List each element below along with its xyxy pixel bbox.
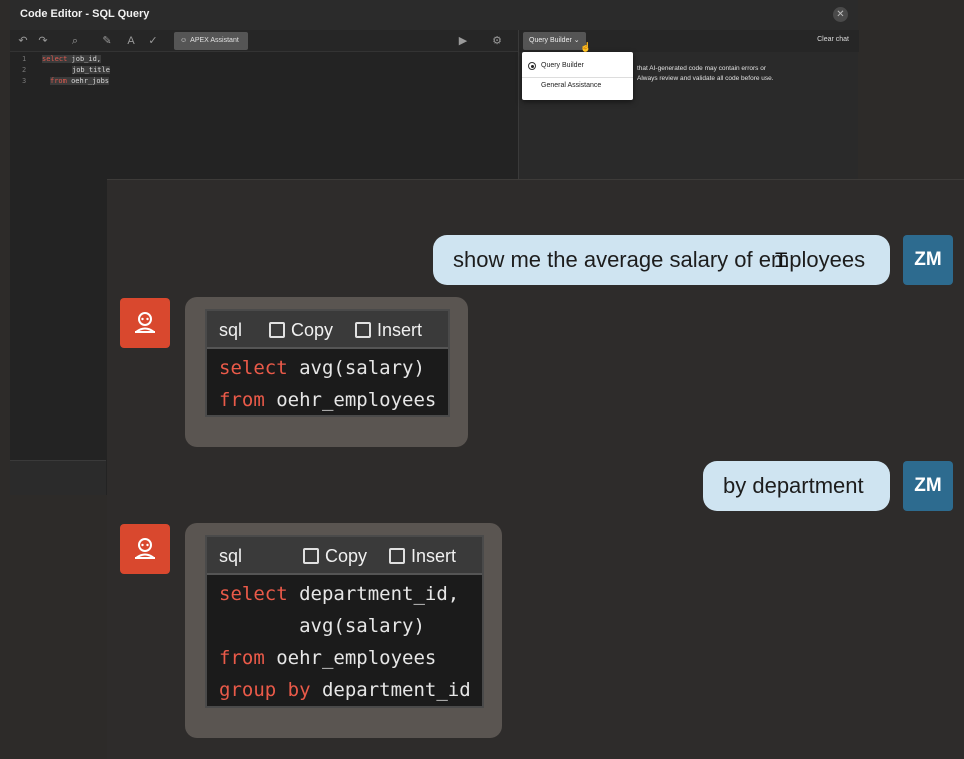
clipboard-icon [355,322,371,338]
disclaimer-line: that AI-generated code may contain error… [637,65,766,72]
code-language: sql [219,546,243,566]
copy-button[interactable]: Copy [303,546,367,567]
assistant-toolbar: Query Builder ⌄ Clear chat [519,30,859,52]
insert-label: Insert [411,546,457,566]
code-line: avg(salary) [219,610,471,642]
line-number: 2 [22,66,27,74]
copy-label: Copy [325,546,368,566]
code-line: from oehr_employees [219,642,471,674]
code-line: group by department_id [219,674,471,706]
disclaimer-line: Always review and validate all code befo… [637,75,774,82]
keyword: from [50,77,67,85]
line-number: 3 [22,77,27,85]
robot-icon [135,538,155,559]
code-language: sql [219,320,243,340]
search-icon[interactable]: ⌕ [68,34,82,48]
menu-item-general-assistance[interactable]: General Assistance [541,82,601,89]
identifier: department_id [310,679,471,701]
menu-item-query-builder[interactable]: Query Builder [541,62,584,69]
keyword: from [219,389,265,411]
undo-icon[interactable]: ↶ [16,34,30,48]
copy-icon [269,322,285,338]
menu-divider [522,77,633,78]
user-message: by department [703,461,890,511]
copy-label: Copy [291,320,334,340]
play-icon[interactable]: ▶ [456,34,470,48]
radio-selected-icon [528,62,536,70]
avatar: ZM [903,461,953,511]
insert-button[interactable]: Insert [355,320,422,341]
redo-icon[interactable]: ↷ [36,34,50,48]
code-line[interactable]: from oehr_jobs [50,77,110,85]
code-block: sql Copy Insert select avg(salary) from o… [205,309,450,417]
identifier: oehr_employees [264,647,437,669]
gear-icon[interactable]: ⚙ [490,34,504,48]
assistant-avatar [120,524,170,574]
code-response-card: sql Copy Insert select avg(salary) from o… [185,297,468,447]
insert-label: Insert [377,320,423,340]
disclaimer-text: that AI-generated code may contain error… [637,64,837,84]
dialog-footer [10,460,106,495]
avatar: ZM [903,235,953,285]
keyword: select [219,357,288,379]
assistant-avatar [120,298,170,348]
editor-toolbar: ↶ ↷ ⌕ ✎ A ✓ ☺ APEX Assistant ▶ ⚙ [10,30,518,52]
keyword: select [219,583,288,605]
keyword: group by [219,679,311,701]
wrench-icon[interactable]: ✎ [100,34,114,48]
code-line: from oehr_employees [219,384,436,416]
copy-icon [303,548,319,564]
robot-icon [135,312,155,333]
text-case-icon[interactable]: A [124,34,138,48]
mode-label: Query Builder [529,37,572,44]
apex-assistant-label: APEX Assistant [190,37,239,44]
code-block-header: sql Copy Insert [207,311,448,349]
code-line[interactable]: job_title [72,66,110,74]
copy-button[interactable]: Copy [269,320,333,341]
code-block: sql Copy Insert select department_id, av… [205,535,484,708]
identifier: oehr_jobs [66,77,110,85]
keyword: select [42,55,68,63]
code-line[interactable]: select job_id, [42,55,102,63]
clipboard-icon [389,548,405,564]
line-gutter: 1 2 3 [10,52,34,352]
dialog-header: Code Editor - SQL Query ✕ [10,0,858,30]
identifier: avg(salary) [219,615,425,637]
identifier: avg(salary) [287,357,425,379]
code-line: select avg(salary) [219,352,436,384]
identifier: department_id, [287,583,460,605]
line-number: 1 [22,55,27,63]
mouse-pointer-icon: ☝ [580,42,592,52]
keyword: from [219,647,265,669]
mode-dropdown-menu: Query Builder General Assistance [522,52,633,100]
code-content[interactable]: select avg(salary) from oehr_employees [219,352,436,416]
identifier: job_title [72,66,110,74]
assistant-icon: ☺ [180,37,188,44]
text-cursor-icon: Ꮖ [775,250,789,272]
identifier: oehr_employees [264,389,437,411]
clear-chat-button[interactable]: Clear chat [817,36,849,43]
mode-dropdown-button[interactable]: Query Builder ⌄ [523,32,586,50]
zoomed-chat-view: show me the average salary of employees … [107,179,964,759]
dialog-title: Code Editor - SQL Query [20,8,150,20]
code-response-card: sql Copy Insert select department_id, av… [185,523,502,738]
user-message: show me the average salary of employees [433,235,890,285]
chevron-down-icon: ⌄ [573,37,580,44]
code-line: select department_id, [219,578,471,610]
close-icon[interactable]: ✕ [833,7,848,22]
insert-button[interactable]: Insert [389,546,456,567]
code-block-header: sql Copy Insert [207,537,482,575]
code-content[interactable]: select department_id, avg(salary) from oe… [219,578,471,706]
identifier: job_id, [67,55,102,63]
check-circle-icon[interactable]: ✓ [146,34,160,48]
apex-assistant-button[interactable]: ☺ APEX Assistant [174,32,248,50]
